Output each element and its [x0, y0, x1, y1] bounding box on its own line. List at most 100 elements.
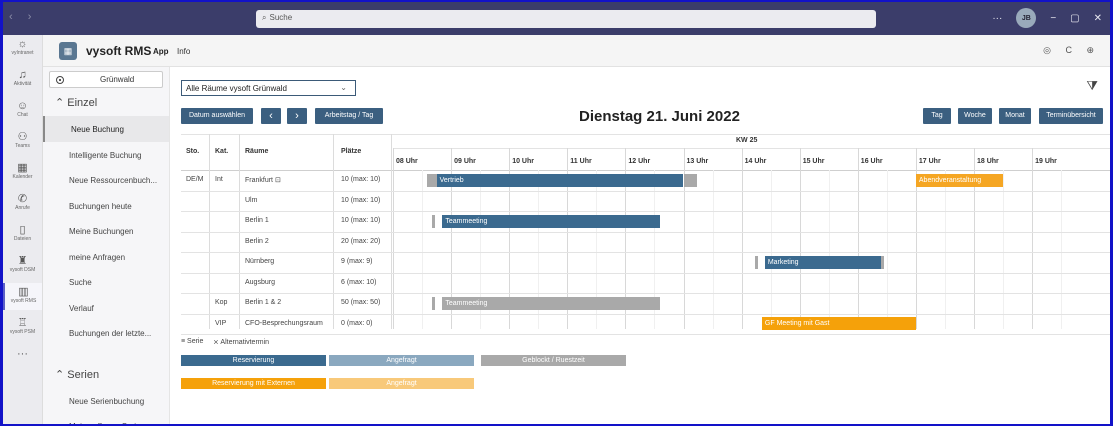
- sidebar-item[interactable]: Verlauf: [43, 295, 169, 321]
- hour-header: 19 Uhr: [1035, 158, 1057, 165]
- week-divider-line: [393, 148, 1110, 149]
- half-hour-line: [1061, 170, 1063, 329]
- legend-item: Reservierung: [181, 355, 326, 366]
- filter-icon[interactable]: ⧩: [1086, 78, 1098, 94]
- blocked-time-block: [432, 296, 436, 310]
- rail-label: Chat: [17, 112, 28, 118]
- sidebar-item[interactable]: Suche: [43, 269, 169, 295]
- room-name[interactable]: Nürnberg: [245, 258, 274, 265]
- einzel-menu: Neue Buchung Intelligente Buchung Neue Res…: [43, 116, 169, 346]
- room-group-select[interactable]: Alle Räume vysoft Grünwald ⌄: [181, 80, 356, 96]
- rail-item-vysoft-rms[interactable]: ▥ vysoft RMS: [3, 283, 42, 310]
- location-selector[interactable]: Grünwald: [49, 71, 163, 88]
- hour-header: 16 Uhr: [860, 158, 883, 165]
- row-divider: [181, 334, 1110, 335]
- chevron-up-icon: ⌃: [55, 97, 65, 109]
- header-action-icons[interactable]: ◎ C ⊕: [1043, 45, 1100, 56]
- hour-line: [393, 148, 394, 329]
- room-name[interactable]: Ulm: [245, 197, 257, 204]
- title-bar-controls: ··· JB − ▢ ✕: [992, 8, 1102, 28]
- booking-bar[interactable]: Abendveranstaltung: [915, 173, 1004, 187]
- view-month-button[interactable]: Monat: [999, 108, 1031, 124]
- app-rail: ☼ vyIntranet ♫ Aktivität ☺ Chat ⚇ Teams ▦ Kalende…: [3, 35, 43, 424]
- rail-item-dateien[interactable]: ▯ Dateien: [3, 221, 42, 248]
- more-options-icon[interactable]: ···: [992, 13, 1002, 24]
- back-forward-arrows-icon[interactable]: ‹ ›: [9, 11, 37, 23]
- half-hour-line: [1003, 170, 1005, 329]
- close-icon[interactable]: ✕: [1094, 13, 1102, 24]
- sidebar-item[interactable]: Meine offenen Serien: [43, 413, 169, 424]
- tab-info[interactable]: Info: [177, 47, 190, 56]
- rail-icon: ▯: [19, 224, 26, 236]
- title-bar: ‹ › ⌕ Suche ··· JB − ▢ ✕: [3, 2, 1110, 35]
- location-label: Grünwald: [100, 75, 135, 84]
- header-top-line: [181, 134, 1110, 135]
- column-header-sto: Sto.: [186, 148, 200, 155]
- row-divider: [181, 272, 1110, 274]
- tab-app[interactable]: App: [153, 47, 169, 56]
- section-einzel-label: Einzel: [67, 97, 98, 109]
- radio-icon: [56, 75, 64, 84]
- sidebar-item[interactable]: meine Anfragen: [43, 244, 169, 270]
- rail-item-vyintranet[interactable]: ☼ vyIntranet: [3, 35, 42, 62]
- main-content: Alle Räume vysoft Grünwald ⌄ ⧩ Datum aus…: [171, 68, 1110, 424]
- room-name[interactable]: Frankfurt ⊡: [245, 176, 281, 184]
- rail-item-vysoft-dsm[interactable]: ♜ vysoft DSM: [3, 252, 42, 279]
- rail-item-vysoft-psm[interactable]: ♖ vysoft PSM: [3, 314, 42, 341]
- rail-label: Aktivität: [13, 81, 32, 87]
- booking-bar[interactable]: Vertrieb: [436, 173, 684, 187]
- sidebar-item[interactable]: Buchungen heute: [43, 193, 169, 219]
- rail-item-more[interactable]: ···: [3, 345, 42, 372]
- row-kat: Int: [215, 176, 223, 183]
- rail-label: Dateien: [13, 236, 32, 242]
- section-einzel-header[interactable]: ⌃ Einzel: [43, 88, 169, 116]
- row-divider: [181, 293, 1110, 294]
- sidebar-item[interactable]: Neue Buchung: [43, 116, 169, 142]
- room-name[interactable]: Berlin 2: [245, 238, 269, 245]
- teams-window: ‹ › ⌕ Suche ··· JB − ▢ ✕ ☼ vyIntranet ♫ Akti…: [3, 2, 1110, 424]
- booking-bar[interactable]: GF Meeting mit Gast: [761, 317, 916, 330]
- date-picker-button[interactable]: Datum auswählen: [181, 108, 253, 124]
- next-day-button[interactable]: ›: [287, 108, 307, 124]
- row-divider: [181, 211, 1110, 212]
- booking-bar[interactable]: Teammeeting: [442, 296, 661, 310]
- rail-label: vysoft DSM: [9, 267, 36, 273]
- global-search-input[interactable]: ⌕ Suche: [256, 10, 876, 28]
- booking-bar[interactable]: Teammeeting: [442, 214, 661, 228]
- avatar[interactable]: JB: [1016, 8, 1037, 28]
- view-week-button[interactable]: Woche: [958, 108, 992, 124]
- room-name[interactable]: Berlin 1: [245, 217, 269, 224]
- sidebar-item[interactable]: Neue Ressourcenbuch...: [43, 167, 169, 193]
- hour-line: [857, 148, 859, 329]
- hour-header: 11 Uhr: [570, 158, 592, 165]
- maximize-icon[interactable]: ▢: [1070, 13, 1079, 24]
- rail-item-aktivität[interactable]: ♫ Aktivität: [3, 66, 42, 93]
- rail-item-teams[interactable]: ⚇ Teams: [3, 128, 42, 155]
- room-name[interactable]: Berlin 1 & 2: [245, 299, 281, 306]
- room-seats: 10 (max: 10): [341, 176, 381, 183]
- booking-bar[interactable]: Marketing: [764, 255, 882, 269]
- rail-item-chat[interactable]: ☺ Chat: [3, 97, 42, 124]
- sidebar-item[interactable]: Buchungen der letzte...: [43, 320, 169, 346]
- rail-icon: ♖: [17, 317, 28, 329]
- rail-item-anrufe[interactable]: ✆ Anrufe: [3, 190, 42, 217]
- sidebar-item[interactable]: Meine Buchungen: [43, 218, 169, 244]
- row-sto: DE/M: [186, 176, 204, 183]
- week-label: KW 25: [736, 137, 758, 144]
- minimize-icon[interactable]: −: [1050, 13, 1056, 24]
- section-serien-header[interactable]: ⌃ Serien: [43, 360, 169, 388]
- view-day-button[interactable]: Tag: [923, 108, 951, 124]
- rail-item-kalender[interactable]: ▦ Kalender: [3, 159, 42, 186]
- workday-toggle-button[interactable]: Arbeitstag / Tag: [315, 108, 383, 124]
- rail-icon: ♫: [18, 69, 27, 81]
- sidebar-item[interactable]: Neue Serienbuchung: [43, 388, 169, 414]
- row-kat: VIP: [215, 319, 227, 327]
- appointment-overview-button[interactable]: Terminübersicht: [1039, 108, 1103, 124]
- sidebar-item[interactable]: Intelligente Buchung: [43, 142, 169, 168]
- legend-item: Angefragt: [329, 355, 474, 366]
- room-name[interactable]: Augsburg: [245, 279, 275, 286]
- rail-icon: ⚇: [17, 131, 28, 143]
- prev-day-button[interactable]: ‹: [261, 108, 281, 124]
- rail-icon: ♜: [17, 255, 28, 267]
- room-name[interactable]: CFO-Besprechungsraum: [245, 320, 323, 327]
